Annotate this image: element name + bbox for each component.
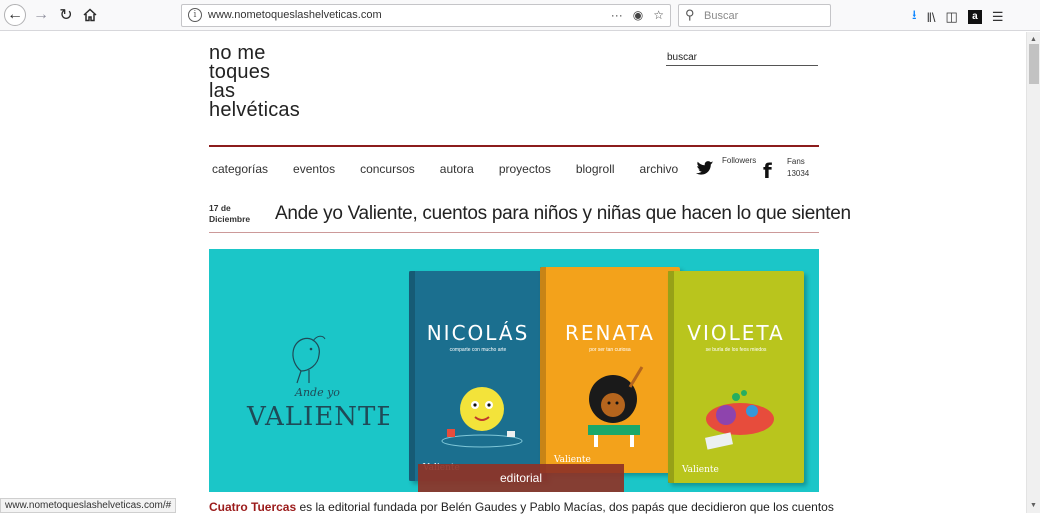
status-bar-url: www.nometoqueslashelveticas.com/# <box>0 498 177 513</box>
menu-item-archivo[interactable]: archivo <box>640 162 679 176</box>
book-title: VIOLETA <box>687 321 785 345</box>
site-logo[interactable]: no me toques las helvéticas <box>209 43 300 121</box>
book-renata: RENATA por ser tan curiosa Valiente <box>540 267 680 473</box>
forward-button[interactable]: → <box>30 4 52 26</box>
sidebar-icon[interactable]: ◫ <box>946 9 958 25</box>
post-body-first-line: Cuatro Tuercas es la editorial fundada p… <box>209 500 834 514</box>
url-text[interactable]: www.nometoqueslashelveticas.com <box>208 9 382 21</box>
hero-caption[interactable]: editorial <box>418 464 624 492</box>
browser-toolbar: ← → ↻ i www.nometoqueslashelveticas.com … <box>0 0 1040 31</box>
body-link-cuatro-tuercas[interactable]: Cuatro Tuercas <box>209 500 296 514</box>
home-button[interactable] <box>79 4 101 26</box>
post-date-month: Diciembre <box>209 214 251 224</box>
url-bar[interactable]: i www.nometoqueslashelveticas.com ··· ◉ … <box>181 4 671 27</box>
menu-item-blogroll[interactable]: blogroll <box>576 162 615 176</box>
home-icon <box>83 8 97 22</box>
menu-item-categorias[interactable]: categorías <box>212 162 268 176</box>
info-icon[interactable]: i <box>188 8 202 22</box>
facebook-fans-label: Fans <box>787 157 805 166</box>
browser-search-placeholder: Buscar <box>704 10 739 22</box>
browser-search-input[interactable]: ⚲ Buscar <box>678 4 831 27</box>
library-icon[interactable]: ‖\ <box>927 10 936 25</box>
post-title[interactable]: Ande yo Valiente, cuentos para niños y n… <box>275 203 851 225</box>
download-icon[interactable]: ⭳ <box>912 6 917 28</box>
twitter-followers-label[interactable]: Followers <box>722 156 756 165</box>
brand-line-2: VALIENTE <box>246 402 389 431</box>
scroll-thumb[interactable] <box>1029 44 1039 84</box>
post-date-day: 17 de <box>209 203 231 213</box>
twitter-icon[interactable] <box>696 161 714 176</box>
more-icon[interactable]: ··· <box>611 8 623 22</box>
title-divider <box>209 232 819 233</box>
violeta-illustration <box>705 390 774 450</box>
book-subtitle: por ser tan curiosa <box>589 347 631 353</box>
social-links: Followers f Fans 13034 <box>696 155 819 185</box>
back-button[interactable]: ← <box>4 4 26 26</box>
book-subtitle: comparte con mucho arte <box>449 347 507 353</box>
facebook-fans[interactable]: Fans 13034 <box>787 156 809 180</box>
book-nicolas: NICOLÁS comparte con mucho arte Valiente <box>409 271 547 481</box>
book-logo: Valiente <box>682 465 719 475</box>
reload-button[interactable]: ↻ <box>55 4 77 26</box>
arrow-right-icon: → <box>33 6 49 23</box>
facebook-icon[interactable]: f <box>763 159 772 183</box>
scroll-down-icon[interactable]: ▼ <box>1030 502 1037 509</box>
body-text: es la editorial fundada por Belén Gaudes… <box>296 500 834 514</box>
search-icon: ⚲ <box>685 7 695 22</box>
main-menu: categorías eventos concursos autora proy… <box>212 162 703 176</box>
book-subtitle: se burla de los feos miedos <box>705 347 767 353</box>
page-scrollbar[interactable]: ▲ ▼ <box>1026 32 1040 513</box>
pocket-icon[interactable]: ◉ <box>633 8 643 22</box>
site-search-input[interactable] <box>666 52 816 63</box>
header-divider <box>209 145 819 147</box>
post-hero-image[interactable]: Ande yo VALIENTE NICOLÁS comparte con mu… <box>209 249 819 492</box>
ande-yo-valiente-logo: Ande yo VALIENTE <box>246 335 389 431</box>
book-violeta: VIOLETA se burla de los feos miedos Vali… <box>668 271 804 483</box>
post-date: 17 de Diciembre <box>209 203 250 225</box>
hamburger-menu-icon[interactable]: ☰ <box>992 9 1004 25</box>
menu-item-concursos[interactable]: concursos <box>360 162 415 176</box>
book-title: RENATA <box>565 321 655 345</box>
logo-line: helvéticas <box>209 99 300 121</box>
reload-icon: ↻ <box>59 7 73 24</box>
brand-line-1: Ande yo <box>294 386 340 399</box>
amazon-icon[interactable]: a <box>967 10 982 24</box>
scroll-up-icon[interactable]: ▲ <box>1030 36 1037 43</box>
menu-item-proyectos[interactable]: proyectos <box>499 162 551 176</box>
site-search <box>666 47 818 66</box>
renata-illustration <box>588 366 644 447</box>
menu-item-autora[interactable]: autora <box>440 162 474 176</box>
book-title: NICOLÁS <box>426 321 530 345</box>
menu-item-eventos[interactable]: eventos <box>293 162 335 176</box>
facebook-fans-count: 13034 <box>787 169 810 178</box>
bookmark-star-icon[interactable]: ☆ <box>653 8 664 22</box>
arrow-left-icon: ← <box>7 6 23 23</box>
nicolas-illustration <box>441 387 523 448</box>
